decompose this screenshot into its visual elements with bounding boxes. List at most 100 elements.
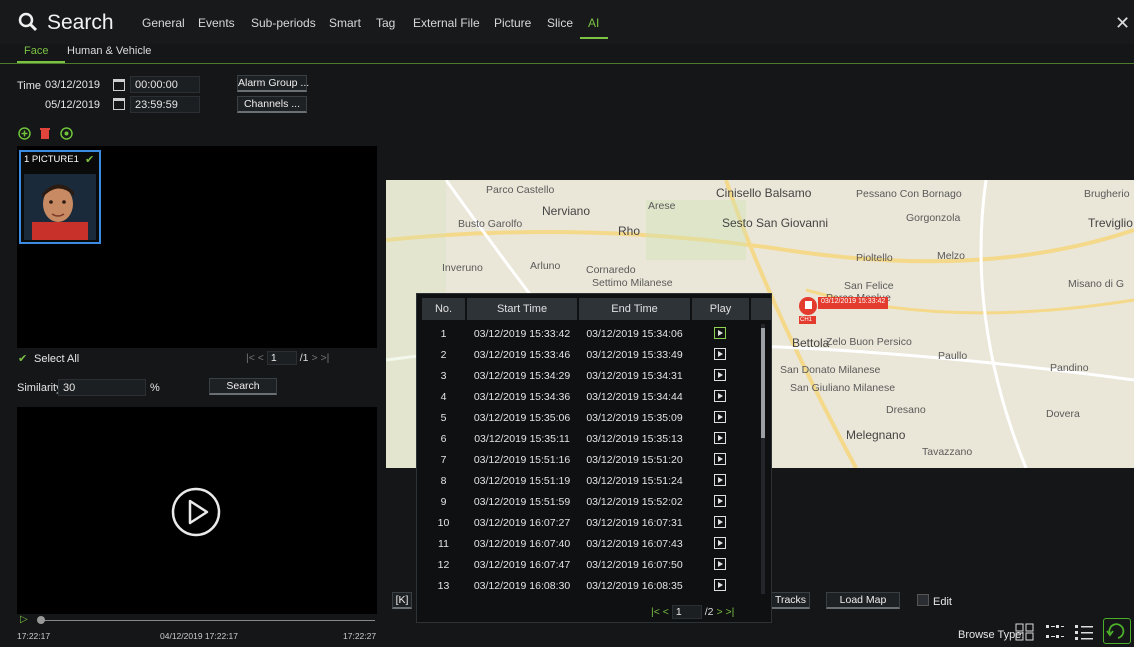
face-card[interactable]: 1 PICTURE1 ✔ <box>19 150 101 244</box>
map-label: Inveruno <box>442 262 483 274</box>
play-icon[interactable] <box>714 558 726 570</box>
target-icon[interactable] <box>60 127 73 140</box>
timeline-play-icon[interactable]: ▷ <box>20 614 28 625</box>
table-row[interactable]: 9 03/12/2019 15:51:59 03/12/2019 15:52:02 <box>417 492 757 513</box>
play-icon[interactable] <box>714 327 726 339</box>
calendar-icon[interactable] <box>113 98 125 110</box>
close-icon[interactable]: ✕ <box>1115 13 1130 34</box>
tab-external-file[interactable]: External File <box>413 16 480 30</box>
tab-general[interactable]: General <box>142 16 185 30</box>
select-all-checkbox[interactable]: ✔ <box>18 352 27 365</box>
results-scroll-thumb[interactable] <box>761 328 765 438</box>
start-time-cell: 03/12/2019 16:07:40 <box>473 538 571 550</box>
subtab-face[interactable]: Face <box>24 45 48 57</box>
play-icon[interactable] <box>714 516 726 528</box>
end-date-field[interactable]: 05/12/2019 <box>40 96 106 113</box>
subtab-human-vehicle[interactable]: Human & Vehicle <box>67 45 151 57</box>
play-icon[interactable] <box>714 369 726 381</box>
tab-events[interactable]: Events <box>198 16 235 30</box>
timeline-handle[interactable] <box>37 616 45 624</box>
prev-page-icon[interactable]: < <box>258 352 264 364</box>
table-row[interactable]: 1 03/12/2019 15:33:42 03/12/2019 15:34:06 <box>417 324 757 345</box>
prev-page-icon[interactable]: < <box>663 606 669 618</box>
page-total: /1 <box>299 352 309 364</box>
checkmark-icon[interactable]: ✔ <box>85 153 94 166</box>
next-page-icon[interactable]: > <box>311 352 317 364</box>
play-icon[interactable] <box>714 348 726 360</box>
end-time-cell: 03/12/2019 15:35:13 <box>586 433 683 445</box>
no-cell: 8 <box>440 475 447 487</box>
table-row[interactable]: 3 03/12/2019 15:34:29 03/12/2019 15:34:31 <box>417 366 757 387</box>
tracks-button[interactable]: Tracks <box>772 592 810 609</box>
tab-sub-periods[interactable]: Sub-periods <box>251 16 316 30</box>
grid-view-icon[interactable] <box>1015 623 1035 641</box>
table-row[interactable]: 13 03/12/2019 16:08:30 03/12/2019 16:08:35 <box>417 576 757 597</box>
map-label: Pandino <box>1050 362 1089 374</box>
play-icon[interactable] <box>714 495 726 507</box>
timeline-track[interactable] <box>39 620 375 621</box>
table-row[interactable]: 6 03/12/2019 15:35:11 03/12/2019 15:35:13 <box>417 429 757 450</box>
start-time-field[interactable]: 00:00:00 <box>130 76 200 93</box>
page-input[interactable]: 1 <box>266 351 297 365</box>
play-icon[interactable] <box>714 537 726 549</box>
channels-button[interactable]: Channels ... <box>237 96 307 113</box>
map-label: Dresano <box>886 404 926 416</box>
start-date-field[interactable]: 03/12/2019 <box>40 76 106 93</box>
map-label: Tavazzano <box>922 446 973 458</box>
edit-checkbox[interactable] <box>917 594 929 606</box>
first-page-icon[interactable]: |< <box>651 606 660 618</box>
add-icon[interactable] <box>18 127 31 140</box>
similarity-input[interactable]: 30 <box>58 379 146 396</box>
map-label: Misano di G <box>1068 278 1125 290</box>
play-icon[interactable] <box>714 390 726 402</box>
delete-icon[interactable] <box>39 127 51 140</box>
tab-smart[interactable]: Smart <box>329 16 361 30</box>
play-icon[interactable] <box>714 453 726 465</box>
first-page-icon[interactable]: |< <box>246 352 255 364</box>
no-cell: 6 <box>440 433 447 445</box>
table-row[interactable]: 11 03/12/2019 16:07:40 03/12/2019 16:07:43 <box>417 534 757 555</box>
table-row[interactable]: 12 03/12/2019 16:07:47 03/12/2019 16:07:50 <box>417 555 757 576</box>
no-cell: 5 <box>440 412 447 424</box>
tab-tag[interactable]: Tag <box>376 16 395 30</box>
load-map-button[interactable]: Load Map <box>826 592 900 609</box>
marker-channel: CH1 <box>800 317 813 323</box>
no-cell: 11 <box>438 538 449 550</box>
no-cell: 13 <box>437 580 450 592</box>
tracks-prefix-button[interactable]: [K] <box>392 592 412 609</box>
table-row[interactable]: 7 03/12/2019 15:51:16 03/12/2019 15:51:20 <box>417 450 757 471</box>
end-time-cell: 03/12/2019 16:07:50 <box>586 559 683 571</box>
play-icon[interactable] <box>170 486 222 538</box>
tab-slice[interactable]: Slice <box>547 16 573 30</box>
end-time-field[interactable]: 23:59:59 <box>130 96 200 113</box>
alarm-group-button[interactable]: Alarm Group ... <box>237 75 309 92</box>
tab-picture[interactable]: Picture <box>494 16 531 30</box>
play-icon[interactable] <box>714 432 726 444</box>
detail-grid-icon[interactable] <box>1045 623 1065 641</box>
table-row[interactable]: 4 03/12/2019 15:34:36 03/12/2019 15:34:44 <box>417 387 757 408</box>
play-icon[interactable] <box>714 474 726 486</box>
table-row[interactable]: 8 03/12/2019 15:51:19 03/12/2019 15:51:24 <box>417 471 757 492</box>
table-row[interactable]: 10 03/12/2019 16:07:27 03/12/2019 16:07:31 <box>417 513 757 534</box>
map-label: Settimo Milanese <box>592 277 673 289</box>
refresh-button[interactable] <box>1103 618 1131 644</box>
map-label: Parco Castello <box>486 184 555 196</box>
table-row[interactable]: 2 03/12/2019 15:33:46 03/12/2019 15:33:49 <box>417 345 757 366</box>
no-cell: 1 <box>440 328 447 340</box>
last-page-icon[interactable]: >| <box>726 606 735 618</box>
play-icon[interactable] <box>714 579 726 591</box>
calendar-icon[interactable] <box>113 79 125 91</box>
tab-ai[interactable]: AI <box>588 16 599 30</box>
play-icon[interactable] <box>714 411 726 423</box>
search-icon <box>18 12 38 32</box>
results-pager: |< < 1 /2 > >| <box>651 605 734 619</box>
list-view-icon[interactable] <box>1074 623 1094 641</box>
page-input[interactable]: 1 <box>671 605 702 619</box>
map-label: San Felice <box>844 280 894 292</box>
end-time-cell: 03/12/2019 15:34:31 <box>586 370 683 382</box>
table-row[interactable]: 5 03/12/2019 15:35:06 03/12/2019 15:35:09 <box>417 408 757 429</box>
search-button[interactable]: Search <box>209 378 277 395</box>
last-page-icon[interactable]: >| <box>321 352 330 364</box>
edit-label: Edit <box>933 596 952 608</box>
next-page-icon[interactable]: > <box>716 606 722 618</box>
